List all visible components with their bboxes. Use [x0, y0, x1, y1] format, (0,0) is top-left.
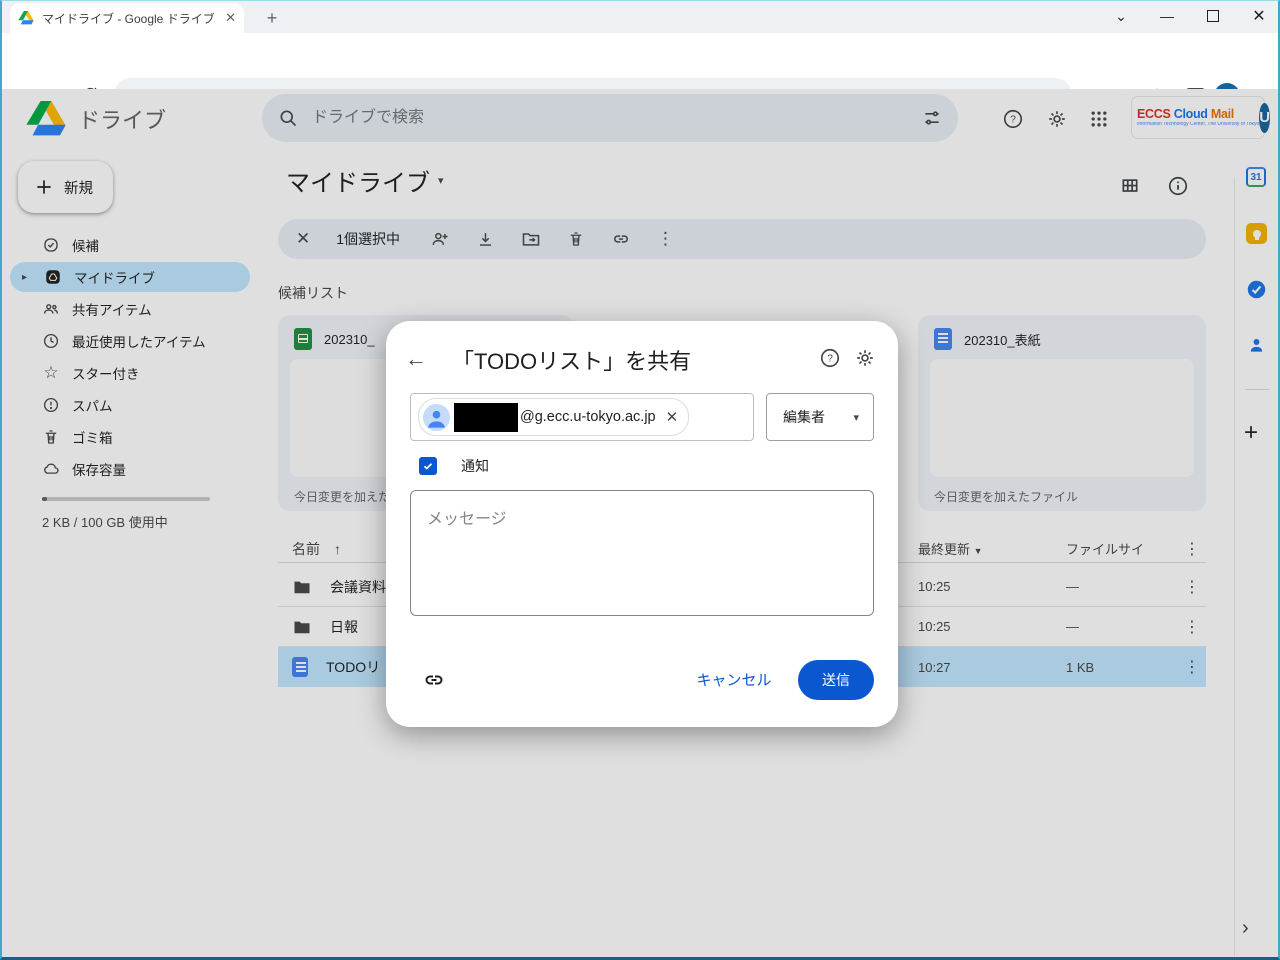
message-textarea[interactable]: [410, 490, 874, 616]
cancel-button[interactable]: キャンセル: [686, 669, 782, 690]
browser-titlebar: マイドライブ - Google ドライブ ✕ + ⌄ — ✕: [2, 1, 1278, 33]
new-tab-button[interactable]: +: [258, 5, 286, 31]
recipient-input[interactable]: @g.ecc.u-tokyo.ac.jp ✕: [410, 393, 754, 441]
role-value: 編集者: [783, 407, 825, 427]
role-select[interactable]: 編集者 ▾: [766, 393, 874, 441]
svg-text:?: ?: [827, 354, 833, 365]
dialog-help-icon[interactable]: ?: [817, 345, 843, 371]
window-minimize-button[interactable]: —: [1144, 1, 1190, 31]
dialog-settings-gear-icon[interactable]: [852, 345, 878, 371]
notify-label: 通知: [461, 456, 489, 476]
tab-close-icon[interactable]: ✕: [225, 10, 236, 26]
tab-title: マイドライブ - Google ドライブ: [42, 10, 217, 27]
drive-favicon-icon: [18, 11, 34, 25]
browser-toolbar: ← → drive.google.com/drive/my-drive ☆ U …: [2, 33, 1278, 89]
dialog-back-button[interactable]: ←: [402, 345, 430, 373]
maximize-icon: [1207, 10, 1219, 22]
window-close-button[interactable]: ✕: [1236, 1, 1280, 31]
link-icon: [422, 668, 446, 692]
browser-tab[interactable]: マイドライブ - Google ドライブ ✕: [10, 3, 244, 33]
share-dialog: ← 「TODOリスト」を共有 ? @g.ecc.u-tokyo.ac.jp ✕ …: [386, 321, 898, 727]
redacted-name-block: [454, 403, 518, 432]
browser-window: マイドライブ - Google ドライブ ✕ + ⌄ — ✕ ← → drive…: [0, 0, 1280, 960]
notify-row: 通知: [419, 456, 489, 476]
recipient-email-domain: @g.ecc.u-tokyo.ac.jp: [520, 409, 656, 425]
recipient-chip[interactable]: @g.ecc.u-tokyo.ac.jp ✕: [418, 398, 689, 436]
role-caret-icon: ▾: [853, 411, 859, 424]
copy-link-button[interactable]: [420, 666, 448, 694]
recipient-avatar-icon: [423, 404, 450, 431]
check-icon: [422, 460, 434, 472]
window-menu-chevron-icon[interactable]: ⌄: [1098, 1, 1144, 31]
send-button[interactable]: 送信: [798, 660, 874, 700]
remove-recipient-icon[interactable]: ✕: [666, 408, 679, 426]
dialog-title: 「TODOリスト」を共有: [452, 344, 691, 376]
window-maximize-button[interactable]: [1190, 1, 1236, 31]
notify-checkbox[interactable]: [419, 457, 437, 475]
